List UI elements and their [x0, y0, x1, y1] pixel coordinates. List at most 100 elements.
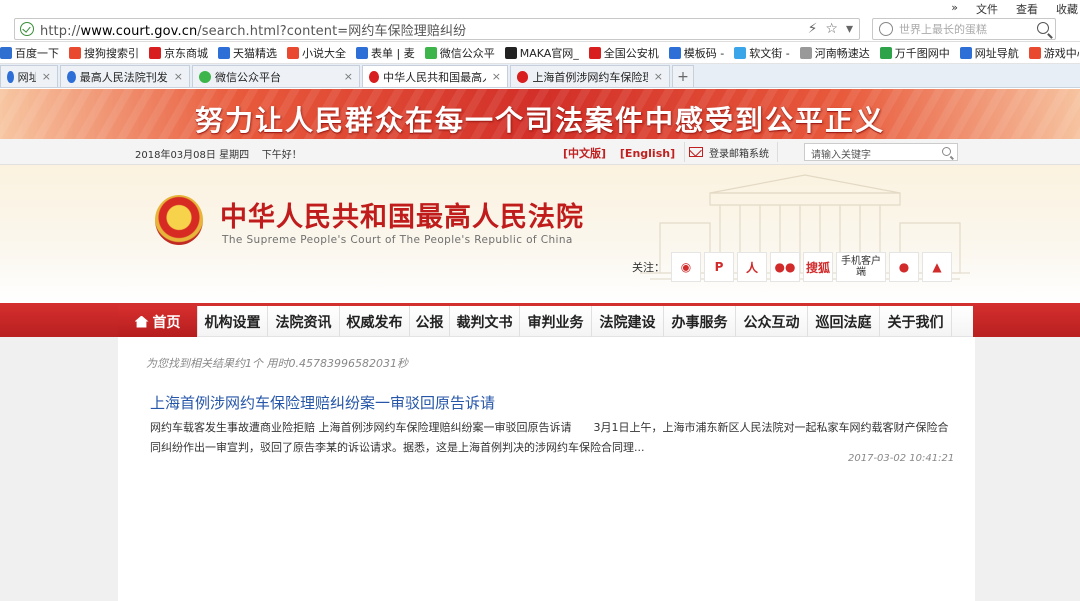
people-icon[interactable]: 人 — [737, 252, 767, 282]
star-icon[interactable]: ☆ — [825, 21, 838, 37]
form-icon — [356, 46, 368, 59]
bookmark-item[interactable]: 游戏中心 — [1028, 45, 1080, 61]
jd-icon — [149, 46, 161, 59]
nav-item-5[interactable]: 裁判文书 — [450, 306, 520, 337]
bookmark-label: 小说大全 — [302, 46, 346, 60]
maka-icon — [504, 46, 517, 59]
tab-favicon-icon — [369, 70, 380, 83]
bookmark-item[interactable]: 搜狗搜索引 — [69, 45, 139, 61]
nav-item-6[interactable]: 审判业务 — [520, 306, 592, 337]
nav-item-9[interactable]: 公众互动 — [736, 306, 808, 337]
result-title-link[interactable]: 上海首例涉网约车保险理赔纠纷案一审驳回原告诉请 — [150, 392, 495, 413]
tab-favicon-icon — [517, 70, 529, 83]
search-engine-icon[interactable] — [879, 22, 893, 36]
globe-icon — [959, 46, 972, 59]
search-box[interactable]: 世界上最长的蛋糕 — [872, 18, 1056, 40]
follow-label: 关注： — [632, 261, 665, 274]
nav-label: 权威发布 — [346, 314, 403, 331]
lightning-icon[interactable]: ⚡ — [808, 21, 818, 37]
bookmark-item[interactable]: 百度一下 — [0, 45, 59, 61]
menu-file[interactable]: 文件 — [976, 1, 998, 17]
bookmark-label: 软文街 - — [749, 46, 790, 60]
keyword-search-input[interactable]: 请输入关键字 — [804, 143, 958, 161]
tab-0[interactable]: 网址大× — [0, 65, 58, 87]
bookmark-item[interactable]: 全国公安机 — [588, 45, 659, 61]
mail-login-link[interactable]: 登录邮箱系统 — [684, 142, 778, 162]
nav-item-7[interactable]: 法院建设 — [592, 306, 664, 337]
keyword-search-icon[interactable] — [942, 147, 951, 156]
follow-bar: 关注： ◉ P 人 ●● 搜狐 手机客户端 ● ▲ — [632, 252, 955, 282]
article-icon — [734, 46, 747, 59]
menu-view[interactable]: 查看 — [1016, 1, 1038, 17]
bookmark-item[interactable]: 软文街 - — [734, 45, 790, 61]
bookmark-item[interactable]: 网址导航 — [959, 45, 1019, 61]
bookmark-item[interactable]: 京东商城 — [149, 45, 208, 61]
search-icon[interactable] — [1037, 22, 1049, 34]
nav-label: 裁判文书 — [456, 314, 513, 331]
lang-chinese-link[interactable]: [中文版] — [563, 147, 606, 160]
close-icon[interactable]: × — [168, 70, 183, 83]
main-nav: 首页 机构设置 法院资讯 权威发布 公报 裁判文书 审判业务 法院建设 办事服务 公众互动 巡回法庭… — [0, 303, 1080, 338]
close-icon[interactable]: × — [486, 70, 501, 83]
nav-item-0[interactable]: 首页 — [118, 306, 198, 337]
bookmark-label: 天猫精选 — [233, 46, 277, 60]
browser-menu: » 文件 查看 收藏 — [951, 1, 1080, 17]
mobile-client-button[interactable]: 手机客户端 — [836, 252, 886, 282]
weibo-icon[interactable]: ◉ — [671, 252, 701, 282]
site-subtitle: The Supreme People's Court of The People… — [222, 234, 573, 246]
tab-favicon-icon — [67, 70, 76, 83]
menu-arrow-icon[interactable]: » — [951, 1, 958, 17]
home-icon — [134, 315, 149, 328]
apple-icon[interactable]: ● — [889, 252, 919, 282]
new-tab-button[interactable]: + — [672, 65, 694, 87]
bookmark-label: 游戏中心 — [1043, 46, 1080, 60]
bookmark-item[interactable]: 天猫精选 — [218, 45, 277, 61]
bookmark-item[interactable]: 河南畅速达 — [799, 45, 870, 61]
nav-item-10[interactable]: 巡回法庭 — [808, 306, 880, 337]
android-icon[interactable]: ▲ — [922, 252, 952, 282]
menu-favorites[interactable]: 收藏 — [1056, 1, 1078, 17]
bookmark-label: 网址导航 — [974, 46, 1019, 60]
close-icon[interactable]: × — [648, 70, 663, 83]
nav-item-1[interactable]: 机构设置 — [198, 306, 268, 337]
sohu-icon[interactable]: 搜狐 — [803, 252, 833, 282]
tab-label: 最高人民法院刊发网约车 — [79, 70, 168, 84]
nav-item-3[interactable]: 权威发布 — [340, 306, 410, 337]
tab-1[interactable]: 最高人民法院刊发网约车× — [60, 65, 190, 87]
bookmark-label: 全国公安机 — [603, 46, 659, 60]
mail-icon — [689, 147, 703, 157]
tab-2[interactable]: 微信公众平台 × — [192, 65, 360, 87]
bookmark-item[interactable]: 模板码 - — [668, 45, 724, 61]
tab-favicon-icon — [199, 70, 211, 83]
browser-menu-strip: » 文件 查看 收藏 — [0, 0, 1080, 16]
nav-item-8[interactable]: 办事服务 — [664, 306, 736, 337]
language-switch: [中文版] [English] — [563, 145, 685, 161]
baidu-icon — [0, 46, 12, 59]
slogan-banner: 努力让人民群众在每一个司法案件中感受到公平正义 — [0, 89, 1080, 139]
nav-left-accent — [0, 303, 118, 338]
close-icon[interactable]: × — [36, 70, 51, 83]
national-emblem[interactable] — [155, 195, 203, 245]
tab-3[interactable]: 中华人民共和国最高人民× — [362, 65, 508, 87]
bookmark-item[interactable]: 万千图网中 — [879, 45, 950, 61]
nav-item-2[interactable]: 法院资讯 — [268, 306, 340, 337]
bookmark-item[interactable]: 表单 | 麦 — [356, 45, 415, 61]
address-actions: ⚡ ☆ ▾ — [808, 21, 853, 37]
pinterest-p-icon[interactable]: P — [704, 252, 734, 282]
wechat-icon[interactable]: ●● — [770, 252, 800, 282]
nav-item-4[interactable]: 公报 — [410, 306, 450, 337]
nav-item-11[interactable]: 关于我们 — [880, 306, 952, 337]
chevron-down-icon[interactable]: ▾ — [846, 21, 853, 37]
bookmark-item[interactable]: 微信公众平 — [424, 45, 495, 61]
nav-label: 法院资讯 — [275, 314, 332, 331]
lang-english-link[interactable]: [English] — [620, 147, 675, 160]
game-icon — [1028, 46, 1041, 59]
bookmark-item[interactable]: MAKA官网_ — [504, 45, 579, 61]
tab-4[interactable]: 上海首例涉网约车保险理 × — [510, 65, 670, 87]
url-text[interactable]: http://www.court.gov.cn/search.html?cont… — [40, 20, 466, 39]
bookmark-item[interactable]: 小说大全 — [287, 45, 346, 61]
utility-bar: 2018年03月08日 星期四 下午好！ [中文版] [English] 登录邮… — [0, 139, 1080, 165]
close-icon[interactable]: × — [338, 70, 353, 83]
address-bar[interactable]: http://www.court.gov.cn/search.html?cont… — [14, 18, 860, 40]
site-title[interactable]: 中华人民共和国最高人民法院 — [220, 195, 584, 234]
